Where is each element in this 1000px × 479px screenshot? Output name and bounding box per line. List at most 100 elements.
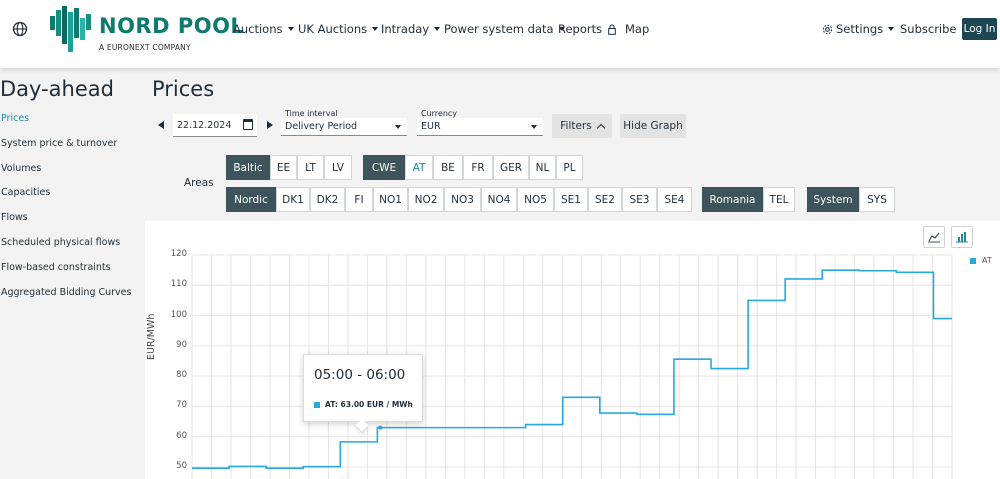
date-picker[interactable]: 22.12.2024 <box>173 114 257 137</box>
area-button-pl[interactable]: PL <box>556 155 583 180</box>
y-tick-label: 80 <box>176 370 187 381</box>
area-button-no5[interactable]: NO5 <box>517 187 554 212</box>
areas-label: Areas <box>184 177 214 189</box>
chevron-up-icon <box>596 123 605 133</box>
area-button-tel[interactable]: TEL <box>763 187 795 212</box>
time-interval-label: Time interval <box>285 109 338 118</box>
bar-chart-icon <box>956 232 968 243</box>
bar-chart-button[interactable] <box>951 226 973 248</box>
y-tick-label: 50 <box>176 461 187 471</box>
area-button-system[interactable]: System <box>807 187 859 212</box>
y-tick-label: 110 <box>170 279 187 290</box>
currency-label: Currency <box>421 109 458 118</box>
area-button-se3[interactable]: SE3 <box>622 187 657 212</box>
area-button-be[interactable]: BE <box>433 155 463 180</box>
nav-intraday[interactable]: Intraday <box>381 22 441 36</box>
sidebar-item-capacities[interactable]: Capacities <box>1 187 50 198</box>
area-button-lv[interactable]: LV <box>324 155 352 180</box>
line-chart-icon <box>928 232 940 243</box>
brand-name[interactable]: NORD POOL <box>99 14 244 38</box>
area-button-fi[interactable]: FI <box>345 187 373 212</box>
nav-label: Map <box>625 22 650 36</box>
chevron-down-icon <box>287 27 294 31</box>
calendar-icon[interactable] <box>243 119 253 130</box>
area-button-no2[interactable]: NO2 <box>408 187 444 212</box>
gear-icon <box>822 24 833 34</box>
area-button-baltic[interactable]: Baltic <box>226 155 270 180</box>
nav-map[interactable]: Map <box>625 22 649 36</box>
area-button-se1[interactable]: SE1 <box>554 187 588 212</box>
top-navigation-bar: NORD POOL A EURONEXT COMPANY Auctions UK… <box>0 0 1000 68</box>
y-tick-label: 120 <box>170 249 187 259</box>
y-tick-label: 100 <box>170 309 187 320</box>
chart-panel <box>145 221 1000 479</box>
area-button-no1[interactable]: NO1 <box>373 187 408 212</box>
sidebar-item-system-price[interactable]: System price & turnover <box>1 138 117 149</box>
legend-label: AT <box>982 256 992 265</box>
chevron-down-icon <box>531 125 537 129</box>
time-interval-value: Delivery Period <box>285 121 358 132</box>
sidebar-item-scheduled-physical-flows[interactable]: Scheduled physical flows <box>1 237 120 248</box>
page-title: Prices <box>152 77 215 101</box>
sidebar: Day-ahead Prices System price & turnover… <box>0 68 145 479</box>
area-button-cwe[interactable]: CWE <box>363 155 405 180</box>
y-tick-label: 70 <box>176 400 187 411</box>
previous-day-icon[interactable] <box>158 121 164 129</box>
filters-button-label: Filters <box>560 120 592 132</box>
tooltip-time: 05:00 - 06:00 <box>314 367 406 383</box>
nav-subscribe[interactable]: Subscribe <box>900 22 957 36</box>
area-button-ee[interactable]: EE <box>270 155 297 180</box>
next-day-icon[interactable] <box>267 121 273 129</box>
area-button-nl[interactable]: NL <box>529 155 556 180</box>
y-tick-label: 60 <box>176 430 187 441</box>
tooltip-swatch <box>314 401 320 408</box>
line-chart-button[interactable] <box>923 226 945 248</box>
area-button-nordic[interactable]: Nordic <box>226 187 276 212</box>
nav-label: Reports <box>558 22 603 36</box>
chevron-down-icon <box>372 27 379 31</box>
hide-graph-button[interactable]: Hide Graph <box>620 114 686 138</box>
area-button-sys[interactable]: SYS <box>859 187 895 212</box>
chart-legend[interactable]: AT <box>970 256 992 265</box>
area-button-se4[interactable]: SE4 <box>657 187 692 212</box>
sidebar-item-aggregated-bidding-curves[interactable]: Aggregated Bidding Curves <box>1 287 131 298</box>
nord-pool-logo-icon[interactable] <box>50 6 92 52</box>
chevron-down-icon <box>395 125 401 129</box>
area-button-dk2[interactable]: DK2 <box>310 187 345 212</box>
area-button-lt[interactable]: LT <box>297 155 324 180</box>
chart-tooltip: 05:00 - 06:00 AT: 63.00 EUR / MWh <box>303 354 423 422</box>
filters-button[interactable]: Filters <box>552 114 612 138</box>
area-button-dk1[interactable]: DK1 <box>276 187 310 212</box>
sidebar-item-volumes[interactable]: Volumes <box>1 163 41 174</box>
sidebar-item-prices[interactable]: Prices <box>1 113 29 124</box>
currency-select[interactable]: EUR <box>417 118 543 136</box>
nav-uk-auctions[interactable]: UK Auctions <box>298 22 379 36</box>
area-button-romania[interactable]: Romania <box>702 187 763 212</box>
nav-settings[interactable]: Settings <box>822 22 895 36</box>
currency-value: EUR <box>421 121 441 132</box>
area-button-no4[interactable]: NO4 <box>481 187 517 212</box>
y-axis-label: EUR/MWh <box>146 313 157 360</box>
area-button-at[interactable]: AT <box>405 155 433 180</box>
globe-icon[interactable] <box>12 21 28 37</box>
area-button-no3[interactable]: NO3 <box>444 187 481 212</box>
login-button[interactable]: Log In <box>962 18 997 40</box>
nav-label: Settings <box>836 22 884 36</box>
nav-label: Subscribe <box>900 22 957 36</box>
nav-reports[interactable]: Reports <box>558 22 616 36</box>
time-interval-select[interactable]: Delivery Period <box>281 118 407 136</box>
nav-auctions[interactable]: Auctions <box>233 22 294 36</box>
nav-power-system-data[interactable]: Power system data <box>444 22 565 36</box>
lock-icon <box>608 24 616 35</box>
sidebar-item-flow-based-constraints[interactable]: Flow-based constraints <box>1 262 111 273</box>
sidebar-title: Day-ahead <box>0 77 114 101</box>
legend-swatch <box>970 257 976 264</box>
y-tick-label: 90 <box>176 339 187 350</box>
area-button-ger[interactable]: GER <box>493 155 529 180</box>
sidebar-item-flows[interactable]: Flows <box>1 212 28 223</box>
chevron-down-icon <box>434 27 441 31</box>
area-button-se2[interactable]: SE2 <box>588 187 622 212</box>
nav-label: Power system data <box>444 22 554 36</box>
area-button-fr[interactable]: FR <box>463 155 493 180</box>
brand-subtitle: A EURONEXT COMPANY <box>99 43 191 52</box>
